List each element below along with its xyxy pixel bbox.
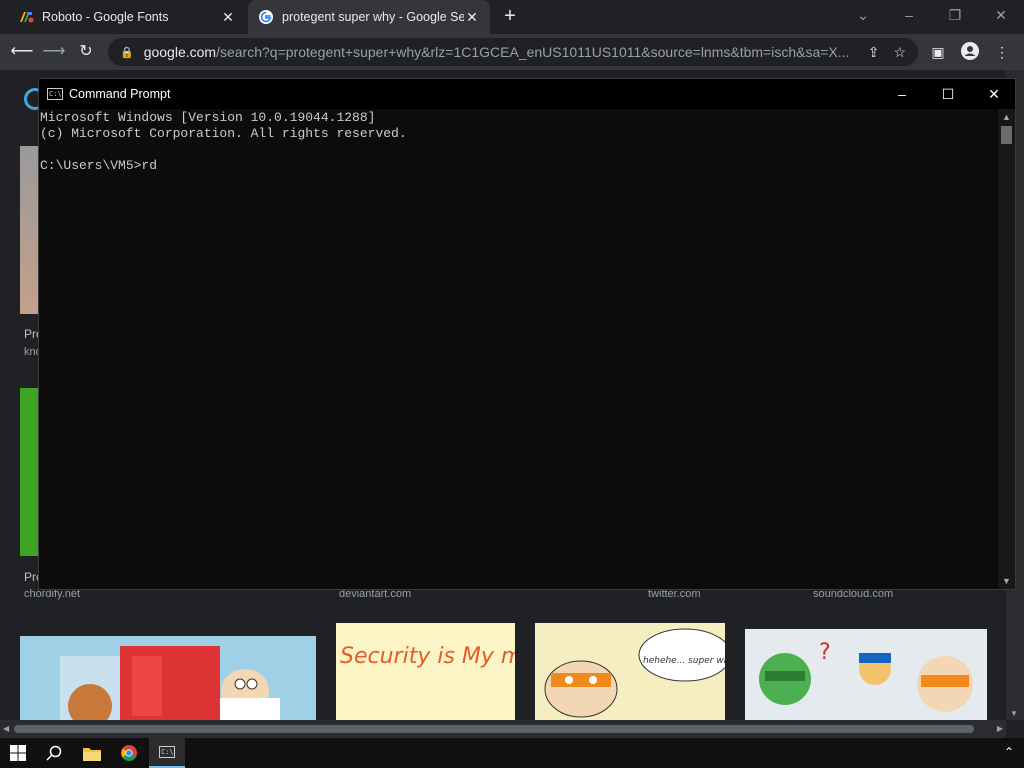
page-horizontal-scrollbar[interactable]: ◀ ▶ xyxy=(0,720,1006,738)
tab-title: Roboto - Google Fonts xyxy=(42,10,169,24)
start-button[interactable] xyxy=(0,738,36,768)
cmd-taskbar-button[interactable]: C:\ xyxy=(149,738,185,768)
super-why-comic: hehehe... super why? Who's that??? xyxy=(544,628,725,718)
console-line: C:\Users\VM5>rd xyxy=(40,158,158,173)
address-bar[interactable]: 🔒 google.com/search?q=protegent+super+wh… xyxy=(108,38,918,66)
lock-icon[interactable]: 🔒 xyxy=(120,46,134,59)
cmd-icon: C:\ xyxy=(47,88,63,100)
browser-toolbar: ⟵ ⟶ ↻ 🔒 google.com/search?q=protegent+su… xyxy=(0,34,1024,70)
chrome-icon xyxy=(121,745,137,761)
reload-icon[interactable]: ↻ xyxy=(74,40,98,64)
google-icon xyxy=(259,10,273,24)
cmd-maximize-icon[interactable]: ☐ xyxy=(925,79,971,109)
scroll-up-icon[interactable]: ▲ xyxy=(998,109,1015,125)
cmd-icon: C:\ xyxy=(159,746,175,758)
cmd-titlebar[interactable]: C:\ Command Prompt xyxy=(39,79,1015,109)
chrome-button[interactable] xyxy=(111,738,147,768)
tab-search-icon[interactable]: ⌄ xyxy=(840,0,886,30)
image-thumbnail[interactable] xyxy=(20,146,38,314)
cmd-title: Command Prompt xyxy=(69,87,171,101)
scroll-thumb[interactable] xyxy=(14,725,974,733)
tab-google-search[interactable]: protegent super why - Google Se ✕ xyxy=(248,0,490,34)
cmd-scrollbar[interactable]: ▲ ▼ xyxy=(998,109,1015,589)
thumb-art-text: hehehe... super why? Who's that??? xyxy=(643,656,725,666)
search-button[interactable] xyxy=(36,738,72,768)
share-icon[interactable]: ⇪ xyxy=(868,44,880,61)
image-thumbnail[interactable] xyxy=(20,388,38,556)
menu-icon[interactable]: ⋮ xyxy=(992,42,1012,62)
profile-icon[interactable] xyxy=(960,42,980,62)
close-tab-icon[interactable]: ✕ xyxy=(464,9,480,26)
windows-icon xyxy=(10,745,26,761)
chevron-up-icon[interactable]: ⌃ xyxy=(1004,745,1014,759)
close-tab-icon[interactable]: ✕ xyxy=(220,9,236,26)
console-output[interactable]: Microsoft Windows [Version 10.0.19044.12… xyxy=(39,109,999,589)
search-icon xyxy=(46,745,62,761)
thumb-art-text: Security is My mot-NO! xyxy=(340,644,515,669)
image-thumbnail[interactable]: hehehe... super why? Who's that??? xyxy=(535,623,725,720)
screen: Roboto - Google Fonts ✕ protegent super … xyxy=(0,0,1024,768)
url-path: /search?q=protegent+super+why&rlz=1C1GCE… xyxy=(216,44,850,60)
restore-icon[interactable]: ❐ xyxy=(932,0,978,30)
family-guy-image xyxy=(20,636,316,720)
tab-title: protegent super why - Google Se xyxy=(282,10,464,24)
scroll-down-icon[interactable]: ▼ xyxy=(1010,709,1018,718)
cmd-minimize-icon[interactable]: – xyxy=(879,79,925,109)
star-icon[interactable]: ☆ xyxy=(893,44,906,61)
arrow-left-icon[interactable]: ⟵ xyxy=(10,40,34,64)
scroll-left-icon[interactable]: ◀ xyxy=(3,724,9,733)
console-line: (c) Microsoft Corporation. All rights re… xyxy=(40,126,407,141)
tab-roboto[interactable]: Roboto - Google Fonts ✕ xyxy=(8,0,246,34)
folder-icon xyxy=(83,747,101,761)
close-window-icon[interactable]: ✕ xyxy=(978,0,1024,30)
arrow-right-icon[interactable]: ⟶ xyxy=(42,40,66,64)
google-fonts-icon xyxy=(20,12,34,23)
avatar xyxy=(961,42,979,60)
tab-strip: Roboto - Google Fonts ✕ protegent super … xyxy=(0,0,1024,34)
taskbar: C:\ ⌃ xyxy=(0,738,1024,768)
svg-text:?: ? xyxy=(819,640,831,665)
command-prompt-window[interactable]: C:\ Command Prompt – ☐ ✕ Microsoft Windo… xyxy=(38,78,1016,590)
minimize-icon[interactable]: – xyxy=(886,0,932,30)
image-thumbnail[interactable]: Security is My mot-NO! xyxy=(336,623,515,720)
scroll-thumb[interactable] xyxy=(1001,126,1012,144)
image-thumbnail[interactable] xyxy=(20,636,316,720)
cmd-close-icon[interactable]: ✕ xyxy=(971,79,1017,109)
url-text: google.com/search?q=protegent+super+why&… xyxy=(144,44,854,60)
scroll-right-icon[interactable]: ▶ xyxy=(997,724,1003,733)
side-panel-icon[interactable]: ▣ xyxy=(928,42,948,62)
file-explorer-button[interactable] xyxy=(74,738,110,768)
new-tab-button[interactable]: + xyxy=(498,4,522,28)
super-why-characters: ? xyxy=(745,629,987,720)
scroll-down-icon[interactable]: ▼ xyxy=(998,573,1015,589)
console-line: Microsoft Windows [Version 10.0.19044.12… xyxy=(40,110,376,125)
security-drawing: Security is My mot-NO! xyxy=(340,644,515,669)
url-domain: google.com xyxy=(143,44,217,60)
image-thumbnail[interactable]: ? xyxy=(745,629,987,720)
